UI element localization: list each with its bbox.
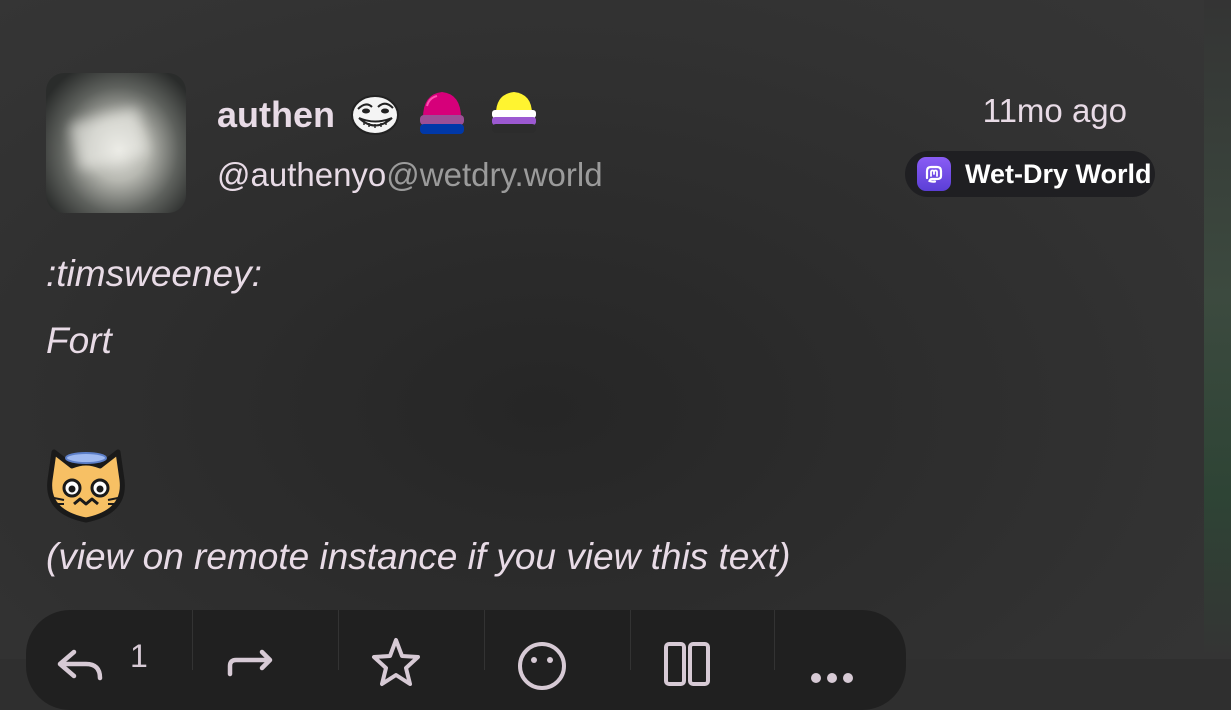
bookmark-button[interactable] xyxy=(660,630,716,690)
mastodon-icon xyxy=(917,157,951,191)
avatar[interactable] xyxy=(46,73,186,213)
instance-name: Wet-Dry World xyxy=(965,158,1152,189)
favourite-icon xyxy=(372,638,420,686)
react-button[interactable] xyxy=(514,630,570,690)
action-separator xyxy=(192,610,193,670)
handle-username: @authenyo xyxy=(217,156,387,193)
angel-cat-emoji xyxy=(44,446,128,526)
post-card: authen @authenyo@wetdry.world 11mo ago W… xyxy=(0,0,1204,710)
action-separator xyxy=(774,610,775,670)
post-content-line-1: :timsweeney: xyxy=(46,253,262,294)
author-display-name[interactable]: authen xyxy=(217,93,335,137)
reply-button[interactable] xyxy=(52,630,106,690)
boost-button[interactable] xyxy=(222,630,278,690)
action-bar: 1 xyxy=(26,610,906,710)
post-content-note: (view on remote instance if you view thi… xyxy=(46,536,791,577)
nonbinary-flag-hat-emoji xyxy=(488,86,538,136)
favourite-button[interactable] xyxy=(368,630,424,690)
avatar-photo-highlight xyxy=(69,107,149,171)
bookmark-icon xyxy=(664,642,710,686)
action-separator xyxy=(338,610,339,670)
side-panel-edge xyxy=(1204,0,1231,659)
troll-face-emoji xyxy=(350,89,400,139)
bisexual-flag-hat-emoji xyxy=(417,86,467,136)
action-separator xyxy=(630,610,631,670)
handle-domain: @wetdry.world xyxy=(386,156,603,193)
react-icon xyxy=(518,642,566,690)
author-handle[interactable]: @authenyo@wetdry.world xyxy=(217,155,603,195)
action-separator xyxy=(484,610,485,670)
more-icon xyxy=(811,673,853,683)
boost-icon xyxy=(227,649,273,677)
instance-badge[interactable]: Wet-Dry World xyxy=(905,151,1155,197)
more-button[interactable] xyxy=(804,630,860,690)
reply-icon xyxy=(57,649,103,681)
post-content-line-2: Fort xyxy=(46,320,112,361)
reply-count: 1 xyxy=(130,638,148,674)
post-timestamp[interactable]: 11mo ago xyxy=(983,91,1127,131)
